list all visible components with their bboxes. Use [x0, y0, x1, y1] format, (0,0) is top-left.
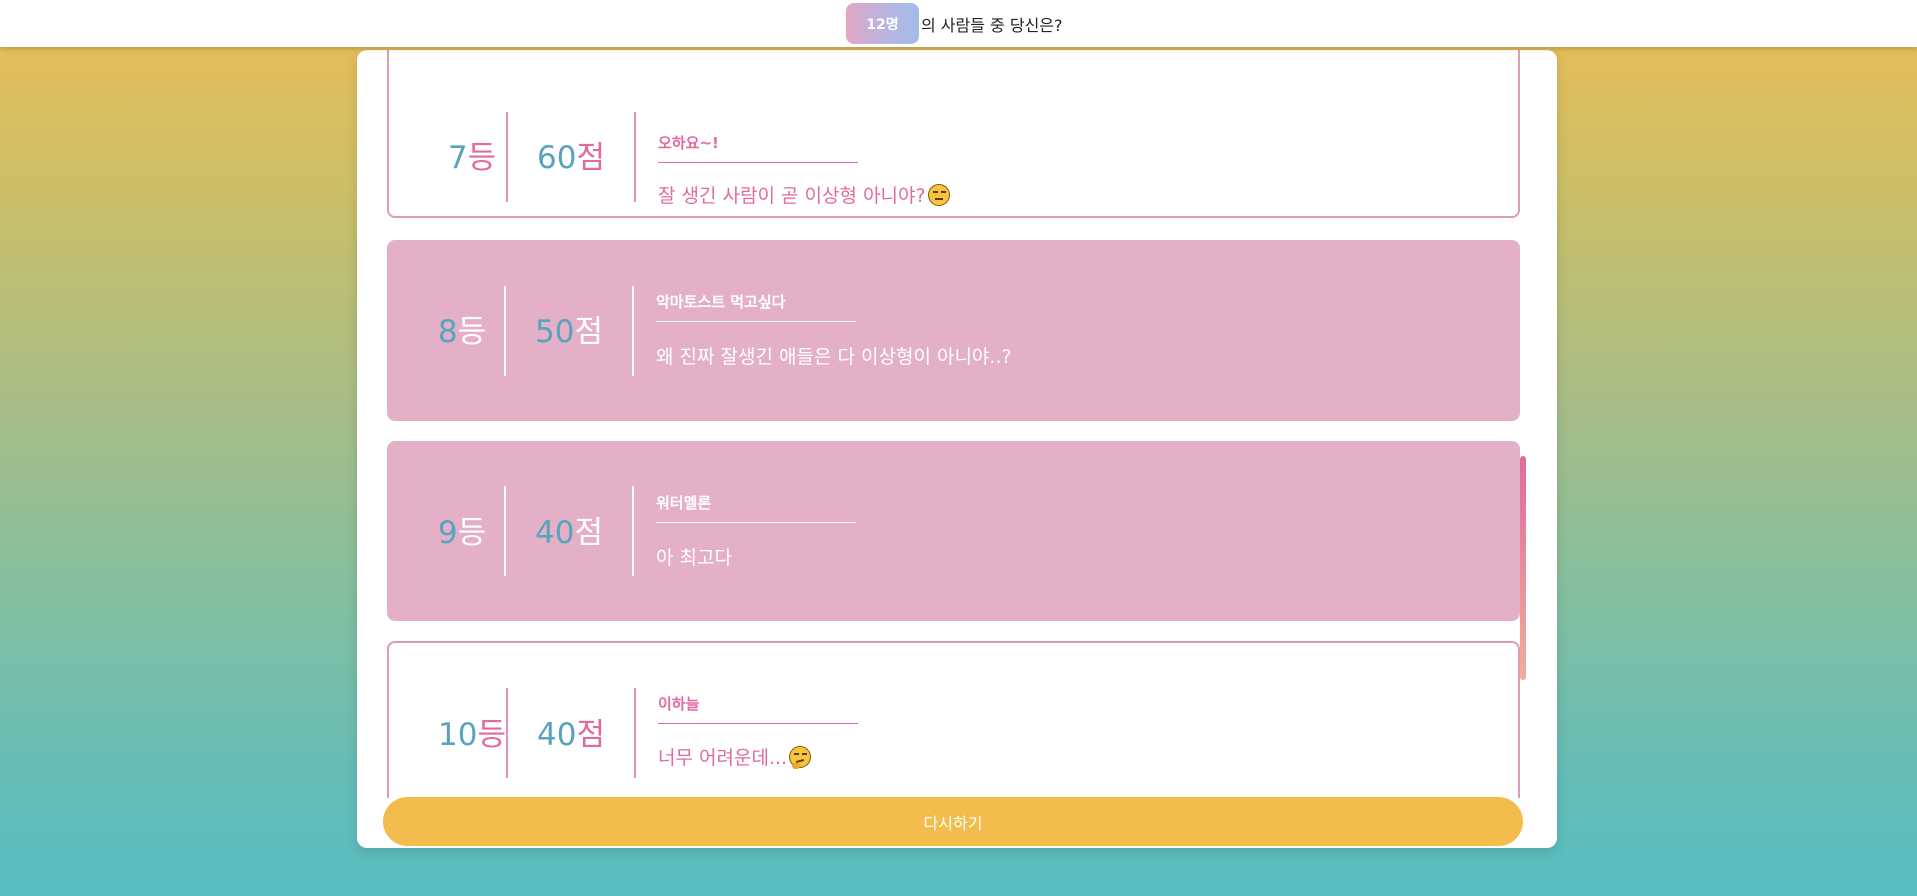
thinking-face-icon [789, 745, 812, 769]
divider [634, 688, 636, 778]
score-cell: 40점 [508, 715, 634, 755]
scrollbar-thumb[interactable] [1520, 456, 1526, 680]
rank-unit: 등 [467, 140, 497, 176]
top-header: 12명 의 사람들 중 당신은? [0, 0, 1917, 47]
result-card: 10등 40점 이하늘 너무 어려운데... [387, 641, 1520, 798]
user-comment: 왜 진짜 잘생긴 애들은 다 이상형이 아니야..? [656, 342, 1012, 369]
user-name: 워터멜론 [656, 492, 856, 523]
user-comment: 아 최고다 [656, 543, 732, 570]
unamused-face-icon [927, 183, 950, 206]
rank-cell: 9등 [404, 513, 520, 553]
comment-text: 왜 진짜 잘생긴 애들은 다 이상형이 아니야..? [656, 346, 1012, 368]
user-name: 악마토스트 먹고싶다 [656, 291, 856, 322]
score-cell: 60점 [508, 138, 634, 178]
score-number: 40 [537, 717, 577, 753]
divider [632, 486, 634, 576]
user-name: 이하늘 [658, 693, 858, 724]
header-question: 의 사람들 중 당신은? [921, 16, 1063, 35]
rank-number: 10 [438, 717, 478, 753]
score-number: 50 [535, 314, 575, 350]
rank-number: 8 [437, 314, 458, 350]
comment-text: 아 최고다 [656, 547, 732, 569]
score-number: 60 [537, 140, 577, 176]
score-cell: 50점 [506, 312, 632, 352]
participant-count-badge: 12명 [846, 3, 919, 44]
rank-unit: 등 [457, 515, 487, 551]
score-number: 40 [535, 515, 575, 551]
score-unit: 점 [574, 515, 603, 551]
retry-button[interactable]: 다시하기 [383, 797, 1523, 846]
score-cell: 40점 [506, 513, 632, 553]
divider [632, 286, 634, 376]
result-card: 7등 60점 오하요~! 잘 생긴 사람이 곧 이상형 아니야? [387, 50, 1520, 218]
score-unit: 점 [576, 140, 605, 176]
rank-unit: 등 [477, 717, 506, 753]
result-card: 9등 40점 워터멜론 아 최고다 [387, 441, 1520, 621]
results-scroll-area[interactable]: 7등 60점 오하요~! 잘 생긴 사람이 곧 이상형 아니야? 8등 50점 … [357, 50, 1557, 798]
score-unit: 점 [574, 314, 603, 350]
rank-cell: 8등 [404, 312, 520, 352]
divider [634, 112, 636, 202]
user-comment: 잘 생긴 사람이 곧 이상형 아니야? [658, 181, 950, 208]
result-card: 8등 50점 악마토스트 먹고싶다 왜 진짜 잘생긴 애들은 다 이상형이 아니… [387, 240, 1520, 421]
user-name: 오하요~! [658, 132, 858, 163]
comment-text: 잘 생긴 사람이 곧 이상형 아니야? [658, 185, 926, 207]
rank-number: 9 [437, 515, 458, 551]
score-unit: 점 [576, 717, 605, 753]
rank-number: 7 [447, 140, 468, 176]
results-panel: 7등 60점 오하요~! 잘 생긴 사람이 곧 이상형 아니야? 8등 50점 … [357, 50, 1557, 848]
rank-unit: 등 [457, 314, 487, 350]
comment-text: 너무 어려운데... [658, 747, 788, 769]
user-comment: 너무 어려운데... [658, 743, 812, 770]
